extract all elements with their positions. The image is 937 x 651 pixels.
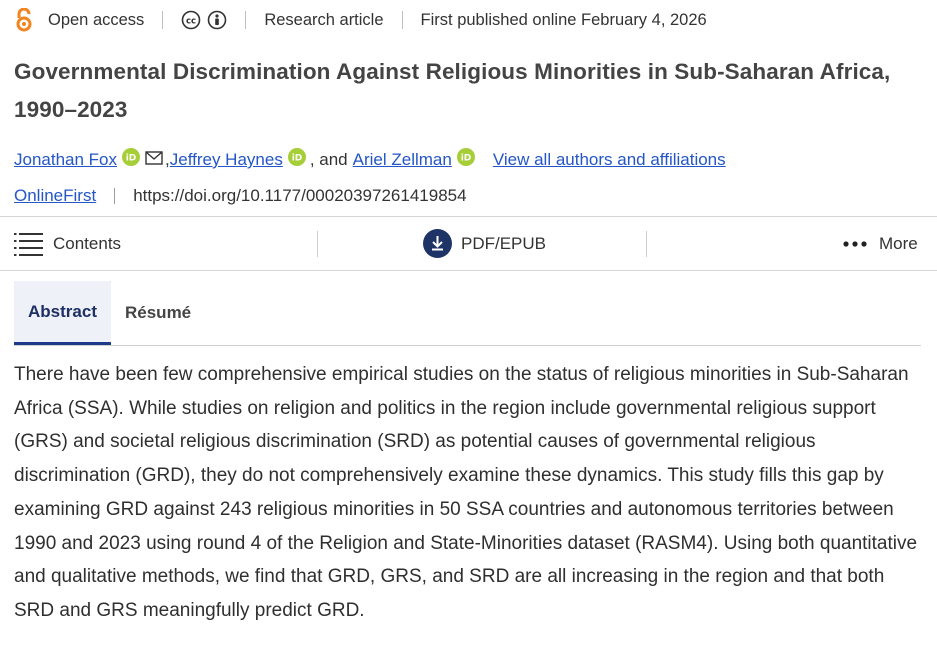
meta-divider	[162, 11, 164, 29]
download-icon	[423, 229, 452, 258]
author-separator: , and	[309, 150, 348, 169]
contents-label: Contents	[53, 233, 122, 253]
article-meta-row: Open access cc Research article First pu…	[14, 8, 707, 32]
author-link-fox[interactable]: Jonathan Fox	[14, 150, 117, 170]
open-access-label: Open access	[48, 10, 145, 29]
article-toolbar: Contents PDF/EPUB More	[0, 216, 937, 271]
orcid-icon[interactable]: iD	[122, 148, 141, 166]
online-first-link[interactable]: OnlineFirst	[14, 186, 96, 206]
open-access-icon	[16, 8, 32, 32]
svg-text:iD: iD	[461, 154, 472, 164]
orcid-icon[interactable]: iD	[287, 148, 306, 166]
toolbar-divider	[646, 231, 647, 257]
pdf-epub-button[interactable]: PDF/EPUB	[423, 217, 546, 270]
by-icon	[208, 10, 227, 30]
abstract-tabs: Abstract Résumé	[14, 281, 921, 346]
author-link-haynes[interactable]: Jeffrey Haynes	[170, 150, 283, 170]
meta-divider	[245, 11, 247, 29]
article-title: Governmental Discrimination Against Reli…	[14, 59, 891, 122]
tab-abstract[interactable]: Abstract	[14, 281, 111, 345]
svg-text:cc: cc	[186, 17, 196, 27]
svg-text:iD: iD	[126, 154, 137, 164]
author-list: Jonathan Fox iD , Jeffrey Haynes iD , an…	[14, 147, 726, 173]
abstract-text: There have been few comprehensive empiri…	[14, 364, 918, 621]
cc-icon: cc	[182, 10, 201, 30]
menu-icon	[14, 232, 43, 256]
orcid-icon[interactable]: iD	[456, 148, 475, 166]
view-all-authors-link[interactable]: View all authors and affiliations	[493, 150, 726, 170]
more-dots-icon	[843, 240, 867, 247]
more-label: More	[879, 233, 918, 253]
pdf-epub-label: PDF/EPUB	[461, 233, 547, 253]
toolbar-divider	[317, 231, 318, 257]
published-date: First published online February 4, 2026	[420, 10, 707, 29]
article-type: Research article	[264, 10, 384, 29]
license-icons[interactable]: cc	[181, 10, 227, 30]
meta-divider	[401, 11, 403, 29]
doi-divider	[114, 188, 116, 204]
tab-resume[interactable]: Résumé	[125, 281, 191, 345]
svg-text:iD: iD	[292, 154, 303, 164]
doi-text[interactable]: https://doi.org/10.1177/0002039726141985…	[133, 186, 466, 206]
author-link-zellman[interactable]: Ariel Zellman	[353, 150, 452, 170]
mail-icon[interactable]	[145, 151, 163, 165]
contents-button[interactable]: Contents	[14, 217, 121, 270]
publication-info: OnlineFirst https://doi.org/10.1177/0002…	[14, 184, 467, 208]
more-button[interactable]: More	[842, 217, 918, 270]
